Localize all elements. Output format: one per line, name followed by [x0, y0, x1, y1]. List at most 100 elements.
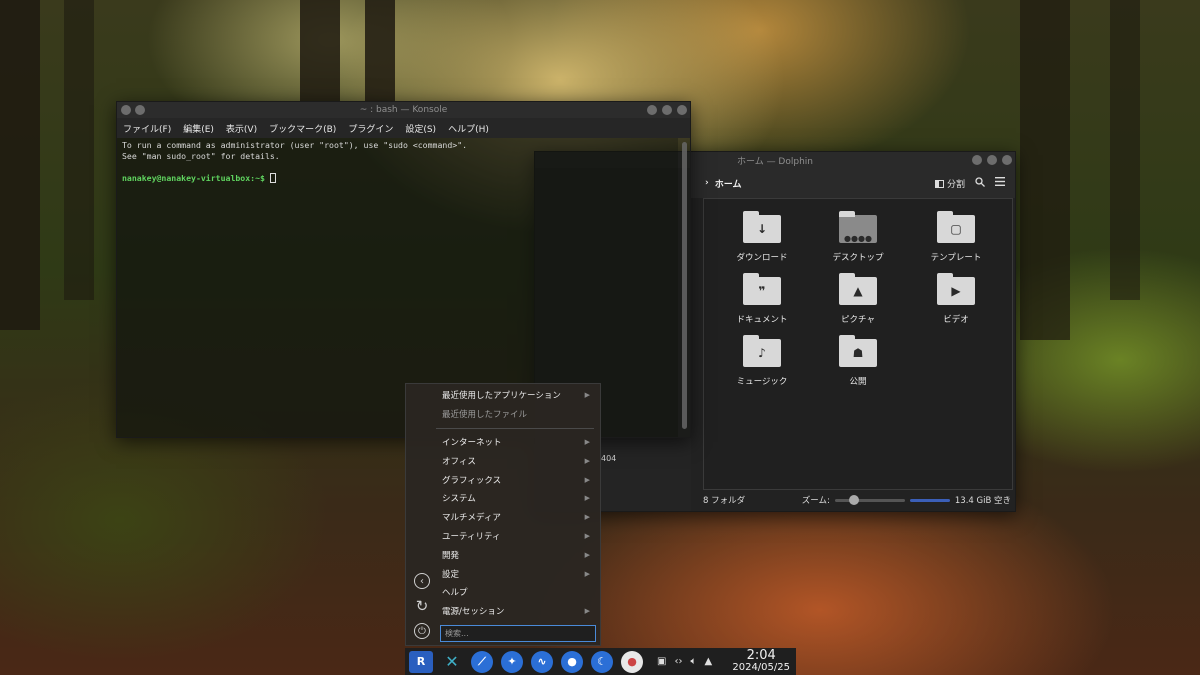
terminal-scrollbar[interactable] — [682, 142, 687, 429]
menu-file[interactable]: ファイル(F) — [123, 122, 171, 135]
wallpaper-tree — [64, 0, 94, 300]
launcher-start-icon[interactable]: R — [409, 650, 433, 673]
folder-item[interactable]: ●●●● デスクトップ — [810, 211, 906, 263]
submenu-arrow-icon: ▶ — [584, 569, 590, 578]
folder-label: 公開 — [849, 377, 867, 387]
launcher-menu-label: 電源/セッション — [442, 607, 505, 618]
pin-button[interactable] — [135, 105, 145, 115]
restart-icon[interactable]: ↻ — [414, 597, 430, 615]
wallpaper-tree — [1110, 0, 1140, 300]
launcher-menu-item[interactable]: インターネット ▶ — [436, 433, 600, 452]
split-view-button[interactable]: 分割 — [935, 177, 965, 190]
folder-item[interactable]: ♪ ミュージック — [714, 335, 810, 387]
search-icon[interactable] — [975, 176, 985, 190]
minimize-button[interactable] — [972, 155, 982, 165]
app-icon-moon[interactable]: ☾ — [591, 650, 613, 673]
menu-bookmarks[interactable]: ブックマーク(B) — [269, 122, 336, 135]
power-icon[interactable]: ⏻ — [414, 623, 430, 639]
launcher-menu-item[interactable]: システム ▶ — [436, 489, 600, 508]
app-icon-runner[interactable]: ✦ — [501, 650, 523, 673]
app-icon-tool[interactable]: ⟋ — [471, 650, 493, 673]
app-icon-network[interactable]: ✕ — [441, 651, 463, 673]
clock[interactable]: 2:04 2024/05/25 — [732, 649, 790, 674]
zoom-slider-handle[interactable] — [848, 494, 859, 505]
launcher-menu-label: 最近使用したアプリケーション — [442, 391, 561, 402]
submenu-arrow-icon: ▶ — [584, 475, 590, 484]
launcher-menu-item[interactable]: オフィス ▶ — [436, 451, 600, 470]
folder-count: 8 フォルダ — [703, 496, 746, 506]
download-icon: ↓ — [743, 211, 781, 243]
launcher-menu-label: システム — [442, 494, 476, 505]
launcher-menu-label: 開発 — [442, 550, 460, 561]
folder-item[interactable]: ▲ ピクチャ — [810, 273, 906, 325]
terminal-cursor — [269, 173, 276, 183]
launcher-menu-item[interactable]: ヘルプ — [436, 583, 600, 602]
konsole-menubar: ファイル(F) 編集(E) 表示(V) ブックマーク(B) プラグイン 設定(S… — [117, 118, 690, 138]
launcher-menu-label: グラフィックス — [442, 475, 502, 486]
menu-plugins[interactable]: プラグイン — [348, 122, 393, 135]
submenu-arrow-icon: ▶ — [584, 494, 590, 503]
launcher-search-input[interactable]: 検索... — [440, 625, 596, 642]
breadcrumb-home[interactable]: ホーム — [715, 177, 742, 190]
launcher-menu-item[interactable]: マルチメディア ▶ — [436, 508, 600, 527]
close-button[interactable] — [677, 105, 687, 115]
folder-label: ミュージック — [736, 377, 788, 387]
zoom-slider[interactable] — [834, 494, 905, 505]
launcher-menu-item[interactable]: 開発 ▶ — [436, 545, 600, 564]
launcher-menu-label: ヘルプ — [442, 588, 468, 599]
maximize-button[interactable] — [662, 105, 672, 115]
status-bar: 8 フォルダ ズーム: 13.4 GiB 空き — [703, 493, 1011, 507]
launcher-menu-item[interactable]: 設定 ▶ — [436, 564, 600, 583]
app-icon-discover[interactable]: ● — [621, 650, 643, 673]
launcher-menu-item[interactable]: 最近使用したアプリケーション ▶ — [436, 386, 600, 405]
launcher-rail: ‹ ↻ ⏻ — [406, 384, 436, 645]
folder-item[interactable]: ▢ テンプレート — [908, 211, 1004, 263]
launcher-menu-item[interactable]: 電源/セッション ▶ — [436, 602, 600, 621]
terminal-line: To run a command as administrator (user … — [122, 140, 468, 150]
minimize-button[interactable] — [647, 105, 657, 115]
split-label: 分割 — [946, 179, 965, 190]
network-icon[interactable]: ‹› — [674, 656, 682, 667]
back-arrow-icon[interactable]: ‹ — [414, 573, 430, 589]
folder-item[interactable]: ↓ ダウンロード — [714, 211, 810, 263]
menu-settings[interactable]: 設定(S) — [405, 122, 436, 135]
desktop-icon: ●●●● — [839, 211, 877, 243]
app-icon-toggle[interactable]: ● — [561, 650, 583, 673]
dolphin-toolbar: › ホーム 分割 — [691, 168, 1015, 198]
hamburger-menu-icon[interactable] — [995, 177, 1005, 189]
folder-label: デスクトップ — [832, 253, 884, 263]
menu-view[interactable]: 表示(V) — [226, 122, 257, 135]
close-button[interactable] — [1002, 155, 1012, 165]
breadcrumb[interactable]: › ホーム — [705, 177, 741, 190]
launcher-menu-label: マルチメディア — [442, 513, 501, 524]
folder-label: ビデオ — [943, 315, 969, 325]
volume-icon[interactable]: 🔈︎ — [690, 656, 696, 667]
menu-edit[interactable]: 編集(E) — [183, 122, 214, 135]
launcher-menu-item[interactable]: グラフィックス ▶ — [436, 470, 600, 489]
clipboard-icon[interactable]: ▣ — [657, 656, 666, 667]
menu-help[interactable]: ヘルプ(H) — [448, 122, 489, 135]
folder-item[interactable]: ❞ ドキュメント — [714, 273, 810, 325]
tray-expand-icon[interactable]: ▲ — [704, 656, 712, 667]
launcher-menu-item[interactable]: 最近使用したファイル — [436, 405, 600, 424]
clock-date: 2024/05/25 — [732, 661, 790, 673]
konsole-titlebar[interactable]: ~ : bash — Konsole — [117, 102, 690, 118]
launcher-menu-item[interactable]: ユーティリティ ▶ — [436, 527, 600, 546]
wallpaper-tree — [1020, 0, 1070, 340]
file-view[interactable]: ↓ ダウンロード ●●●● デスクトップ ▢ テンプレート ❞ ドキュメント ▲… — [703, 198, 1013, 490]
window-menu-button[interactable] — [121, 105, 131, 115]
folder-item[interactable]: ☗ 公開 — [810, 335, 906, 387]
chevron-right-icon: › — [705, 178, 709, 188]
folder-item[interactable]: ▶ ビデオ — [908, 273, 1004, 325]
launcher-menu-label: 最近使用したファイル — [442, 410, 528, 421]
maximize-button[interactable] — [987, 155, 997, 165]
video-icon: ▶ — [937, 273, 975, 305]
app-icon-monitor[interactable]: ∿ — [531, 650, 553, 673]
wallpaper-tree — [300, 0, 340, 102]
system-tray: ▣ ‹› 🔈︎ ▲ — [657, 656, 712, 667]
music-icon: ♪ — [743, 335, 781, 367]
dolphin-title: ホーム — Dolphin — [736, 156, 813, 167]
folder-label: テンプレート — [930, 253, 982, 263]
taskbar: R ✕ ⟋ ✦ ∿ ● ☾ ● ▣ ‹› 🔈︎ ▲ 2:04 2024/05/2… — [405, 648, 796, 675]
folder-label: ダウンロード — [736, 253, 788, 263]
